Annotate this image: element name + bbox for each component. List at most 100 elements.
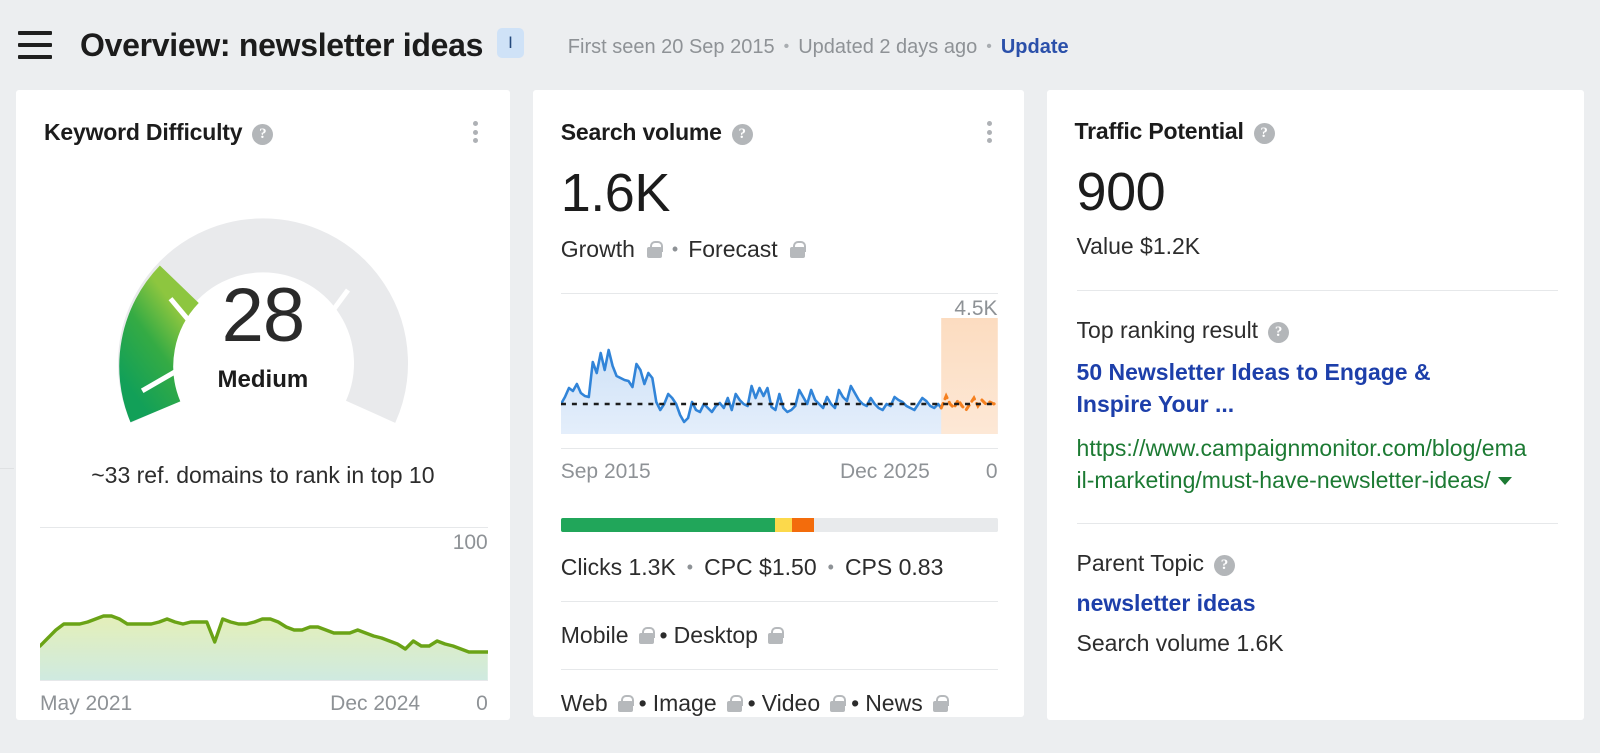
row-separator: • [639, 690, 647, 717]
search-volume-body: 1.6K Growth • Forecast 4.5K [533, 166, 1024, 737]
kebab-dot [987, 121, 992, 126]
help-icon[interactable]: ? [1214, 555, 1235, 576]
kd-score: 28 [73, 280, 453, 352]
forecast-label[interactable]: Forecast [688, 236, 777, 263]
page-title: Overview: newsletter ideas [80, 27, 483, 64]
hamburger-bar [18, 31, 52, 35]
sv-forecast-area [941, 318, 998, 434]
serp-type-row: Web • Image • Video • News [561, 670, 998, 737]
hamburger-icon[interactable] [18, 31, 52, 59]
search-volume-value: 1.6K [561, 166, 998, 220]
growth-label[interactable]: Growth [561, 236, 635, 263]
parent-topic-link[interactable]: newsletter ideas [1077, 590, 1558, 617]
header-meta: First seen 20 Sep 2015 • Updated 2 days … [568, 36, 1069, 59]
hamburger-bar [18, 43, 52, 47]
top-ranking-result-url-row: https://www.campaignmonitor.com/blog/ema… [1077, 433, 1527, 496]
help-icon[interactable]: ? [1254, 123, 1275, 144]
section-divider [1077, 290, 1558, 291]
video-label[interactable]: Video [762, 690, 820, 717]
clicks-stats-row: Clicks 1.3K • CPC $1.50 • CPS 0.83 [561, 532, 998, 602]
kebab-dot [473, 121, 478, 126]
help-icon[interactable]: ? [732, 124, 753, 145]
kebab-menu-icon[interactable] [978, 118, 1002, 146]
kd-axis-labels: May 2021 Dec 2024 0 [40, 681, 488, 716]
traffic-potential-card: Traffic Potential ? 900 Value $1.2K Top … [1047, 90, 1584, 720]
clicks-distribution-bar [561, 518, 998, 532]
card-title: Search volume [561, 119, 722, 146]
clicks-segment-organic [561, 518, 775, 532]
kd-area-path [40, 616, 488, 680]
kebab-dot [987, 138, 992, 143]
parent-topic-label: Parent Topic [1077, 550, 1204, 577]
row-separator: • [851, 690, 859, 717]
row-separator: • [660, 622, 668, 649]
row-separator: • [828, 557, 834, 578]
card-header: Keyword Difficulty ? [16, 90, 510, 146]
kebab-dot [987, 130, 992, 135]
web-label[interactable]: Web [561, 690, 608, 717]
search-volume-chart-block: 4.5K [561, 293, 998, 484]
traffic-potential-money-value: Value $1.2K [1077, 233, 1558, 260]
kd-chart-svg [40, 562, 488, 680]
lock-icon [618, 695, 633, 712]
card-title: Keyword Difficulty [44, 119, 242, 146]
sv-axis-end: Dec 2025 [840, 460, 930, 484]
kebab-dot [473, 130, 478, 135]
sv-axis-start: Sep 2015 [561, 460, 651, 484]
lock-icon [830, 695, 845, 712]
top-ranking-result-url[interactable]: https://www.campaignmonitor.com/blog/ema… [1077, 435, 1527, 493]
top-ranking-result-link[interactable]: 50 Newsletter Ideas to Engage & Inspire … [1077, 357, 1507, 420]
kebab-dot [473, 138, 478, 143]
updated-text: Updated 2 days ago [798, 36, 977, 59]
cps-value: CPS 0.83 [845, 554, 943, 581]
clicks-segment-other [792, 518, 814, 532]
image-label[interactable]: Image [653, 690, 717, 717]
page-header: Overview: newsletter ideas I First seen … [0, 0, 1600, 90]
cpc-value: CPC $1.50 [704, 554, 817, 581]
chevron-down-icon[interactable] [1498, 477, 1512, 485]
country-badge[interactable]: I [497, 28, 524, 58]
kd-history-chart[interactable] [40, 562, 488, 680]
search-volume-chart[interactable] [561, 318, 998, 448]
sv-axis-labels: Sep 2015 Dec 2025 0 [561, 449, 998, 484]
top-ranking-result-label-row: Top ranking result ? [1077, 317, 1558, 344]
parent-topic-search-volume: Search volume 1.6K [1077, 630, 1558, 657]
chart-top-axis-line [40, 527, 488, 528]
device-breakdown-row: Mobile • Desktop [561, 602, 998, 670]
meta-separator: • [986, 38, 992, 56]
kd-axis-start: May 2021 [40, 692, 132, 716]
traffic-potential-body: 900 Value $1.2K Top ranking result ? 50 … [1047, 165, 1584, 657]
card-title: Traffic Potential [1075, 118, 1244, 145]
clicks-value: Clicks 1.3K [561, 554, 676, 581]
lock-icon [933, 695, 948, 712]
sidebar-edge-line [0, 468, 14, 469]
sv-area-path [561, 350, 998, 434]
card-header: Traffic Potential ? [1047, 90, 1584, 145]
kebab-menu-icon[interactable] [464, 118, 488, 146]
kd-axis-max: 100 [453, 531, 488, 555]
top-ranking-result-label: Top ranking result [1077, 317, 1259, 344]
meta-separator: • [784, 38, 790, 56]
first-seen-text: First seen 20 Sep 2015 [568, 36, 775, 59]
kd-history-chart-block: 100 May 2021 Dec 2024 [16, 527, 510, 716]
lock-icon [647, 241, 662, 258]
row-separator: • [672, 239, 678, 260]
help-icon[interactable]: ? [252, 124, 273, 145]
kd-axis-end: Dec 2024 [330, 692, 420, 716]
news-label[interactable]: News [865, 690, 923, 717]
clicks-segment-paid [775, 518, 792, 532]
row-separator: • [687, 557, 693, 578]
kd-level: Medium [73, 366, 453, 394]
help-icon[interactable]: ? [1268, 322, 1289, 343]
update-link[interactable]: Update [1001, 36, 1069, 59]
traffic-potential-value: 900 [1077, 165, 1558, 219]
cards-row: Keyword Difficulty ? [0, 90, 1600, 720]
hamburger-bar [18, 55, 52, 59]
row-separator: • [748, 690, 756, 717]
gauge-center: 28 Medium [73, 280, 453, 394]
clicks-segment-none [814, 518, 997, 532]
mobile-label[interactable]: Mobile [561, 622, 629, 649]
growth-forecast-row: Growth • Forecast [561, 236, 998, 263]
desktop-label[interactable]: Desktop [674, 622, 758, 649]
sv-axis-min: 0 [986, 460, 998, 484]
